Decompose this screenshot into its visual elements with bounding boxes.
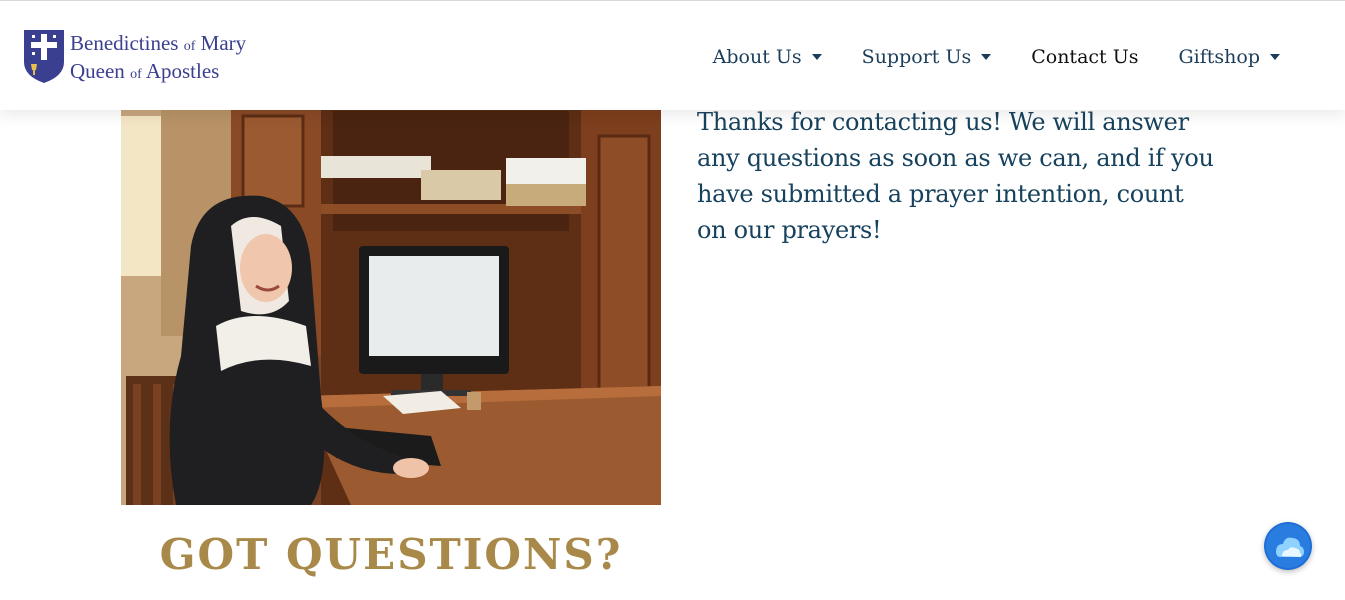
logo-wordmark: Benedictines of Mary Queen of Apostles: [70, 31, 246, 87]
brand-line1-of: of: [183, 39, 196, 54]
caret-down-icon: [981, 54, 992, 60]
brand-line2-end: Apostles: [145, 59, 220, 83]
chat-widget-button[interactable]: [1264, 522, 1312, 570]
cloud-chat-icon: [1266, 524, 1310, 568]
brand-line2-main: Queen: [70, 59, 125, 83]
nav-item-support-us[interactable]: Support Us: [842, 43, 1012, 71]
main-navigation: About Us Support Us Contact Us Giftshop: [693, 43, 1300, 71]
brand-line1-main: Benedictines: [70, 31, 179, 55]
nav-item-about-us[interactable]: About Us: [693, 43, 842, 71]
nav-label: Support Us: [861, 46, 972, 68]
nav-label: About Us: [712, 46, 802, 68]
cross-shield-icon: [24, 30, 64, 83]
nav-item-contact-us[interactable]: Contact Us: [1011, 43, 1158, 71]
brand-line2-of: of: [130, 67, 142, 82]
nav-item-giftshop[interactable]: Giftshop: [1158, 43, 1300, 71]
caret-down-icon: [811, 54, 822, 60]
contact-thank-you-message: Thanks for contacting us! We will answer…: [697, 108, 1214, 244]
site-header: Benedictines of Mary Queen of Apostles A…: [0, 0, 1345, 110]
photo-nun-at-computer: [121, 96, 661, 505]
nav-label: Giftshop: [1178, 46, 1260, 68]
nav-label: Contact Us: [1031, 46, 1139, 68]
caret-down-icon: [1270, 54, 1280, 60]
got-questions-heading: GOT QUESTIONS?: [159, 530, 623, 579]
brand-line1-end: Mary: [200, 31, 247, 55]
site-logo[interactable]: Benedictines of Mary Queen of Apostles: [22, 28, 282, 86]
